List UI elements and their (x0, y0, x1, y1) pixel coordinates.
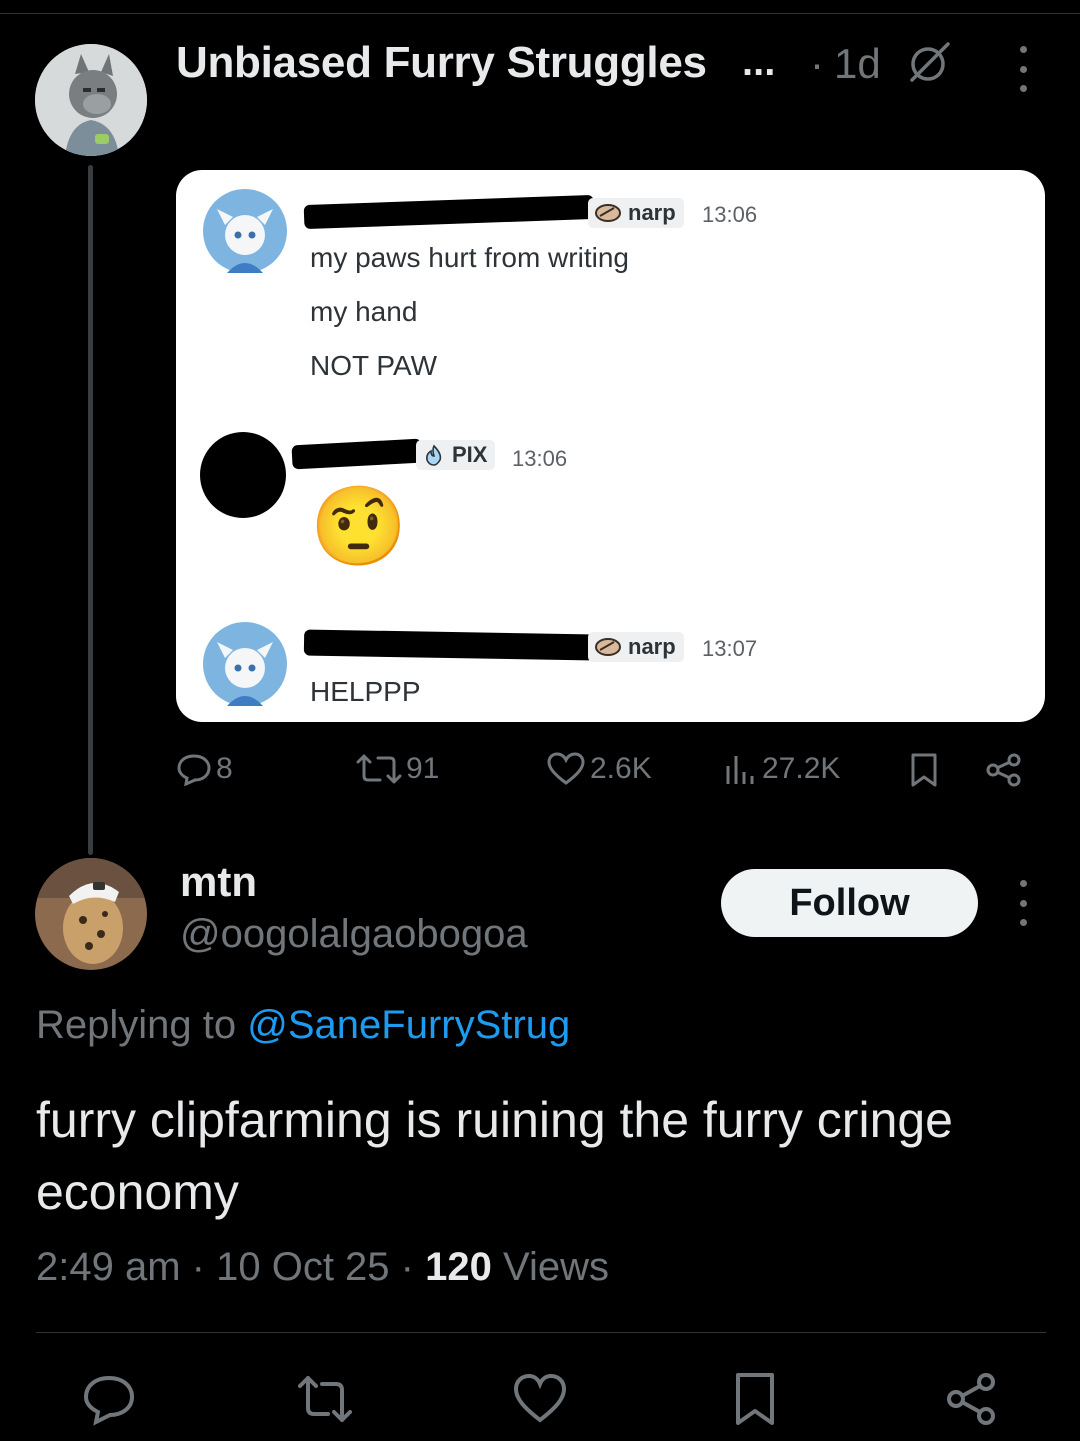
role-tag-label: PIX (452, 442, 488, 467)
author-name[interactable]: Unbiased Furry Struggles (176, 38, 707, 88)
more-icon[interactable] (1016, 46, 1030, 92)
share-icon[interactable] (942, 1370, 1000, 1428)
share-icon (986, 753, 1021, 787)
like-icon[interactable] (511, 1370, 569, 1428)
views-label: Views (503, 1245, 609, 1289)
chat-avatar-redacted (200, 432, 286, 518)
views-button[interactable]: 27.2K (724, 752, 840, 786)
reply-text: furry clipfarming is ruining the furry c… (36, 1092, 953, 1220)
replying-prefix: Replying to (36, 1003, 237, 1047)
chat-avatar-narp (203, 189, 287, 273)
role-tag-narp: narp (588, 632, 684, 662)
repost-button[interactable]: 91 (356, 752, 439, 786)
action-divider (36, 1332, 1046, 1333)
tweet-time[interactable]: 2:49 am (36, 1245, 181, 1289)
no-entry-icon (904, 40, 954, 84)
thread-connector-line (88, 165, 93, 855)
redacted-username (303, 194, 595, 230)
reply-display-name[interactable]: mtn (180, 858, 257, 906)
bookmark-icon (911, 753, 937, 787)
redacted-username (303, 629, 595, 661)
repost-icon[interactable] (296, 1370, 354, 1428)
reply-author-avatar[interactable] (35, 858, 147, 970)
role-tag-label: narp (628, 634, 676, 659)
tweet-date[interactable]: 10 Oct 25 (216, 1245, 389, 1289)
view-count: 120 (425, 1245, 492, 1289)
repost-icon (356, 754, 402, 784)
post-actions: 8 91 2.6K 27.2K (176, 752, 1046, 798)
separator-dot: · (810, 40, 824, 87)
bread-icon (595, 638, 621, 656)
chat-message-line: HELPPP (310, 676, 421, 707)
more-icon[interactable] (1016, 880, 1030, 926)
reply-button[interactable]: 8 (176, 752, 233, 786)
post-time-ago[interactable]: 1d (834, 40, 881, 88)
tweet-metadata: 2:49 am · 10 Oct 25 · 120 Views (36, 1245, 609, 1290)
chat-message-time: 13:07 (702, 636, 758, 661)
bread-icon (595, 204, 621, 222)
chat-message-line: my paws hurt from writing (310, 242, 629, 273)
separator-dot: · (191, 1245, 205, 1289)
chat-message-line: my hand (310, 296, 418, 327)
repost-count: 91 (406, 752, 440, 785)
reply-count: 8 (216, 752, 233, 785)
bookmark-icon[interactable] (726, 1370, 784, 1428)
top-divider (0, 13, 1080, 14)
role-tag-label: narp (628, 200, 676, 225)
like-count: 2.6K (590, 752, 652, 785)
redacted-username (291, 438, 423, 470)
bookmark-button[interactable] (908, 752, 940, 788)
views-icon (726, 756, 754, 784)
flame-icon (426, 444, 442, 466)
share-button[interactable] (984, 752, 1024, 788)
role-tag-narp: narp (588, 198, 684, 228)
chat-message-line: NOT PAW (310, 350, 438, 381)
views-count: 27.2K (762, 752, 841, 785)
replying-to-handle-link[interactable]: @SaneFurryStrug (247, 1003, 570, 1047)
replying-to-line: Replying to @SaneFurryStrug (36, 1003, 570, 1048)
reply-icon[interactable] (80, 1370, 138, 1428)
like-icon (547, 752, 585, 785)
embedded-chat-screenshot[interactable]: narp 13:06 my paws hurt from writing my … (176, 170, 1045, 722)
like-button[interactable]: 2.6K (546, 752, 652, 786)
reply-handle[interactable]: @oogolalgaobogoa (180, 912, 528, 957)
follow-button[interactable]: Follow (721, 869, 978, 937)
role-tag-pix: PIX (416, 440, 496, 470)
reply-icon (177, 754, 211, 786)
name-truncation: ... (742, 40, 776, 84)
chat-message-time: 13:06 (702, 202, 758, 227)
separator-dot: · (400, 1245, 414, 1289)
chat-message-time: 13:06 (512, 446, 568, 471)
raised-eyebrow-emoji: 🤨 (310, 482, 408, 572)
chat-avatar-narp (203, 622, 287, 706)
author-avatar[interactable] (35, 44, 147, 156)
